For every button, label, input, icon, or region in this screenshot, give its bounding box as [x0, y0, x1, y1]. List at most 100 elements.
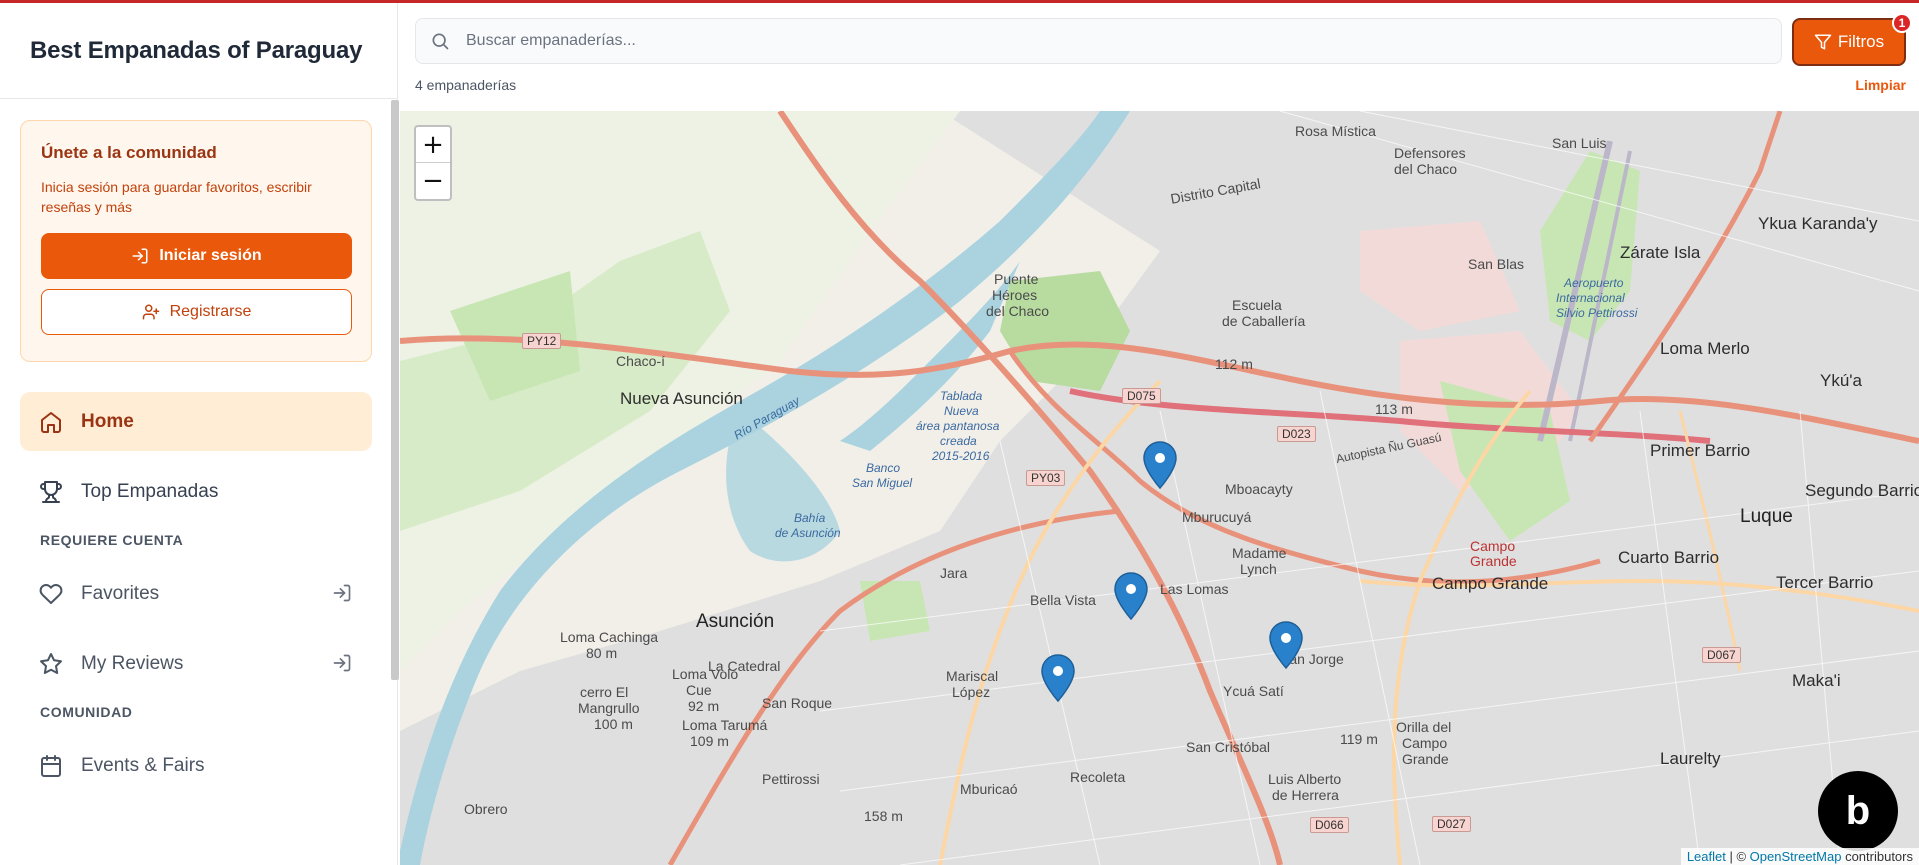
bolt-badge-icon[interactable]: b	[1818, 771, 1898, 851]
trophy-icon	[39, 480, 63, 504]
map-label-puente: Puente	[994, 271, 1039, 287]
map-label-mangrullo: Mangrullo	[578, 700, 640, 716]
calendar-icon	[39, 754, 63, 778]
home-icon	[39, 410, 63, 434]
login-required-icon	[333, 584, 351, 602]
map-label-cg: Campo	[1470, 538, 1516, 554]
sidebar-scrollbar[interactable]	[391, 100, 399, 680]
zoom-control: + −	[414, 125, 452, 201]
nav-item-top-empanadas[interactable]: Top Empanadas	[20, 462, 372, 521]
map-label-san-miguel: San Miguel	[852, 476, 913, 490]
map-label-cerro-el: cerro El	[580, 684, 629, 700]
app-title: Best Empanadas of Paraguay	[30, 36, 363, 64]
map-label-zarate-isla: Zárate Isla	[1620, 243, 1701, 262]
map-label-cuarto-barrio: Cuarto Barrio	[1618, 548, 1720, 567]
map-label-internacional: Internacional	[1556, 291, 1625, 305]
map-label-del-chaco2: del Chaco	[1394, 161, 1458, 177]
nav-item-favorites[interactable]: Favorites	[20, 564, 372, 623]
search-input[interactable]	[466, 32, 1666, 50]
map-label-escuela: Escuela	[1232, 297, 1282, 313]
map-label-luque: Luque	[1740, 506, 1793, 527]
brand-header: Best Empanadas of Paraguay	[0, 3, 397, 99]
filter-icon	[1814, 34, 1832, 50]
map-label-defensores: Defensores	[1394, 145, 1466, 161]
osm-link[interactable]: OpenStreetMap	[1750, 849, 1842, 864]
heart-icon	[39, 582, 63, 606]
main-nav: Home Top Empanadas REQUIERE CUENTA Favor…	[0, 392, 391, 795]
map-label-san-blas: San Blas	[1468, 256, 1525, 272]
map-marker-empanaderia[interactable]	[1114, 572, 1148, 620]
map-label-pettirossi: Pettirossi	[762, 771, 820, 787]
map-label-lopez: López	[952, 684, 991, 700]
map-view[interactable]: Asunción Luque Nueva Asunción Chaco-í Ca…	[400, 111, 1919, 865]
login-button[interactable]: Iniciar sesión	[41, 233, 352, 279]
nav-item-events[interactable]: Events & Fairs	[20, 736, 372, 795]
map-label-san-cristobal: San Cristóbal	[1186, 739, 1271, 755]
map-label-e112: 112 m	[1215, 356, 1253, 372]
map-label-loma-merlo: Loma Merlo	[1660, 339, 1750, 358]
map-label-aeropuerto: Aeropuerto	[1564, 276, 1624, 290]
map-label-e109: 109 m	[690, 733, 729, 749]
map-label-silvio: Silvio Pettirossi	[1556, 306, 1638, 320]
map-marker-empanaderia[interactable]	[1143, 441, 1177, 489]
map-label-jara: Jara	[940, 565, 968, 581]
filters-button[interactable]: Filtros	[1792, 18, 1906, 66]
map-label-e158: 158 m	[864, 808, 903, 824]
map-label-creada: creada	[940, 434, 977, 448]
nav-events-label: Events & Fairs	[81, 754, 205, 776]
join-title: Únete a la comunidad	[41, 143, 217, 162]
map-marker-empanaderia[interactable]	[1269, 621, 1303, 669]
map-label-tercer-barrio: Tercer Barrio	[1776, 573, 1874, 592]
map-label-loma-taruma: Loma Tarumá	[682, 717, 768, 733]
clear-filters-link[interactable]: Limpiar	[1855, 77, 1906, 93]
nav-favorites-label: Favorites	[81, 582, 160, 604]
map-label-bella-vista: Bella Vista	[1030, 592, 1096, 608]
map-label-heroes: Héroes	[992, 287, 1038, 303]
map-label-de-asuncion: de Asunción	[775, 526, 841, 540]
section-label-community: COMUNIDAD	[40, 704, 133, 720]
nav-item-home[interactable]: Home	[20, 392, 372, 451]
register-label: Registrarse	[169, 303, 252, 320]
map-label-san-roque: San Roque	[762, 695, 833, 711]
map-label-laurelty: Laurelty	[1660, 749, 1721, 768]
sidebar: Best Empanadas of Paraguay Únete a la co…	[0, 3, 399, 865]
map-label-del-chaco: del Chaco	[986, 303, 1050, 319]
map-label-san-luis: San Luis	[1552, 135, 1607, 151]
search-bar[interactable]	[415, 18, 1782, 64]
nav-home-label: Home	[81, 410, 134, 432]
map-label-campo: Campo	[1402, 735, 1448, 751]
map-label-grande: Grande	[1402, 751, 1449, 767]
map-label-ykua-karanday: Ykua Karanda'y	[1758, 214, 1878, 233]
nav-item-my-reviews[interactable]: My Reviews	[20, 634, 372, 693]
map-label-campo-grande: Campo Grande	[1432, 574, 1549, 593]
user-plus-icon	[142, 304, 159, 320]
register-button[interactable]: Registrarse	[41, 289, 352, 335]
attribution-tail: contributors	[1841, 849, 1913, 864]
map-label-rosa-mistica: Rosa Mística	[1295, 123, 1376, 139]
star-icon	[39, 652, 63, 676]
zoom-in-button[interactable]: +	[416, 127, 450, 163]
search-icon	[432, 33, 449, 50]
map-label-de-herrera: de Herrera	[1272, 787, 1339, 803]
map-label-mariscal: Mariscal	[946, 668, 999, 684]
map-label-mboacayty: Mboacayty	[1225, 481, 1293, 497]
road-shield-d067: D067	[1702, 647, 1741, 663]
leaflet-link[interactable]: Leaflet	[1687, 849, 1726, 864]
nav-top-label: Top Empanadas	[81, 480, 219, 502]
login-icon	[132, 248, 148, 264]
map-label-las-lomas: Las Lomas	[1160, 581, 1229, 597]
map-label-banco: Banco	[866, 461, 901, 475]
map-label-recoleta: Recoleta	[1070, 769, 1126, 785]
join-community-card: Únete a la comunidad Inicia sesión para …	[20, 120, 372, 362]
map-label-e100: 100 m	[594, 716, 633, 732]
map-label-nueva: Nueva	[944, 404, 979, 418]
road-shield-py12: PY12	[522, 333, 562, 349]
map-label-e80: 80 m	[586, 645, 618, 661]
road-shield-d066: D066	[1310, 817, 1349, 833]
map-label-mburicao: Mburicaó	[960, 781, 1018, 797]
map-label-bahia: Bahía	[794, 511, 826, 525]
map-label-orilla: Orilla del	[1396, 719, 1452, 735]
map-attribution: Leaflet | © OpenStreetMap contributors	[1680, 848, 1919, 865]
zoom-out-button[interactable]: −	[416, 163, 450, 199]
map-marker-empanaderia[interactable]	[1041, 654, 1075, 702]
